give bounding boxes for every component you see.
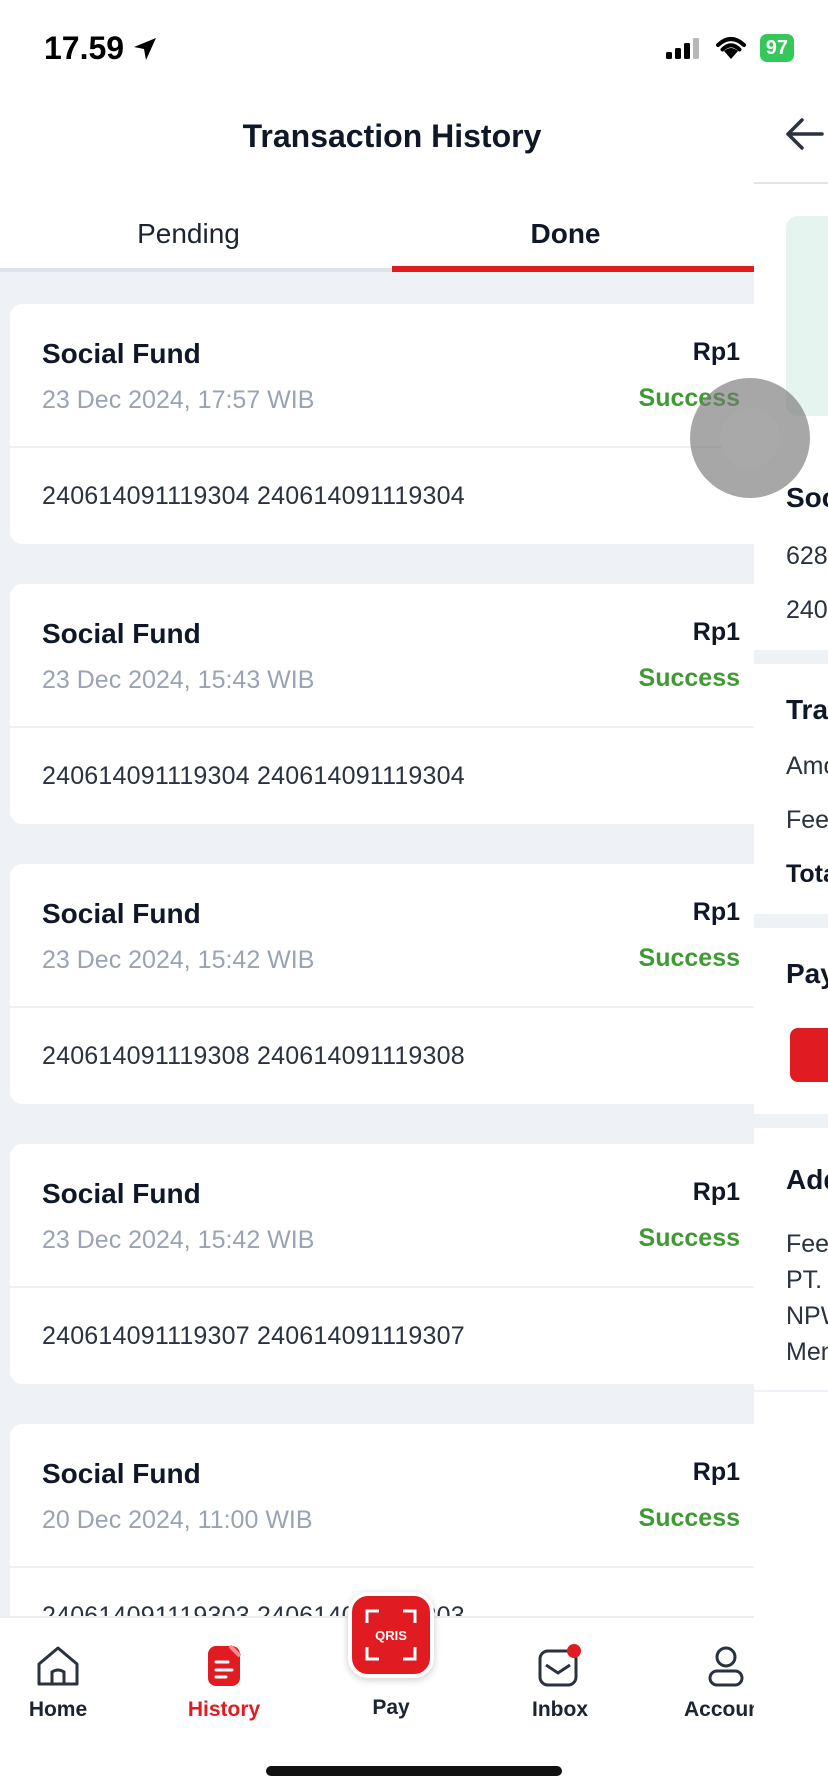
- transaction-amount: Rp1: [692, 898, 740, 926]
- tab-pending[interactable]: Pending: [0, 196, 377, 272]
- touch-indicator: [690, 378, 810, 498]
- detail-note-line: PT.: [786, 1266, 823, 1294]
- qris-icon: QRIS: [365, 1609, 417, 1661]
- transaction-amount: Rp1: [692, 1178, 740, 1206]
- detail-header-divider: [754, 182, 828, 184]
- nav-label: History: [187, 1698, 261, 1721]
- transaction-card[interactable]: Social Fund 23 Dec 2024, 15:42 WIB Rp1 S…: [10, 1144, 754, 1384]
- detail-reference: 240: [786, 596, 828, 624]
- transaction-date: 20 Dec 2024, 11:00 WIB: [42, 1506, 313, 1534]
- transaction-amount: Rp1: [692, 618, 740, 646]
- transaction-detail-panel: Soc 628 240 Tra Amo Fee Tota Pay Add Fee…: [754, 100, 828, 1792]
- transaction-status: Success: [638, 944, 740, 972]
- qris-text: QRIS: [375, 1628, 407, 1643]
- transaction-amount: Rp1: [692, 1458, 740, 1486]
- clock: 17.59: [44, 30, 125, 66]
- transaction-title: Social Fund: [42, 898, 201, 929]
- transaction-card[interactable]: Social Fund 23 Dec 2024, 17:57 WIB Rp1 S…: [10, 304, 754, 544]
- nav-history[interactable]: History: [164, 1642, 284, 1722]
- tab-active-indicator: [392, 266, 754, 272]
- detail-fee-label: Fee: [786, 806, 828, 834]
- location-arrow-icon: [134, 37, 157, 60]
- detail-note-line: Fees: [786, 1230, 828, 1258]
- tab-bar: Pending Done: [0, 196, 754, 272]
- detail-separator: [754, 1114, 828, 1128]
- signal-icon: [665, 38, 699, 59]
- transaction-reference: 240614091119304 240614091119304: [42, 762, 465, 790]
- nav-account[interactable]: Account: [666, 1642, 754, 1722]
- transaction-status: Success: [638, 1504, 740, 1532]
- detail-note-line: Men: [786, 1338, 828, 1366]
- page-title: Transaction History: [242, 118, 542, 154]
- nav-home[interactable]: Home: [0, 1642, 118, 1722]
- detail-amount-label: Amo: [786, 752, 828, 780]
- card-divider: [10, 446, 754, 448]
- transaction-reference: 240614091119304 240614091119304: [42, 482, 465, 510]
- transaction-history-screen: Transaction History Pending Done Social …: [0, 0, 754, 1792]
- status-icons: 97: [665, 34, 794, 62]
- card-divider: [10, 726, 754, 728]
- detail-separator: [754, 914, 828, 928]
- detail-banner-image: [786, 216, 828, 416]
- home-indicator: [266, 1766, 562, 1776]
- tab-underline: [0, 268, 392, 272]
- detail-additional-title: Add: [786, 1164, 828, 1195]
- home-icon: [34, 1642, 82, 1690]
- account-icon: [702, 1642, 750, 1690]
- transaction-list: Social Fund 23 Dec 2024, 17:57 WIB Rp1 S…: [10, 304, 754, 1704]
- detail-separator: [754, 650, 828, 664]
- nav-label: Inbox: [532, 1698, 588, 1721]
- transaction-date: 23 Dec 2024, 17:57 WIB: [42, 386, 315, 414]
- detail-payment-title: Pay: [786, 958, 828, 989]
- transaction-title: Social Fund: [42, 618, 201, 649]
- transaction-reference: 240614091119308 240614091119308: [42, 1042, 465, 1070]
- detail-title: Soc: [786, 482, 828, 513]
- nav-label: Account: [684, 1698, 754, 1721]
- transaction-status: Success: [638, 1224, 740, 1252]
- card-divider: [10, 1566, 754, 1568]
- nav-inbox[interactable]: Inbox: [500, 1642, 620, 1722]
- wifi-icon: [715, 37, 746, 59]
- back-arrow-icon[interactable]: [784, 116, 824, 157]
- transaction-title: Social Fund: [42, 1458, 201, 1489]
- detail-total-label: Tota: [786, 860, 828, 888]
- nav-label: Pay: [372, 1696, 410, 1719]
- card-divider: [10, 1286, 754, 1288]
- transaction-reference: 240614091119307 240614091119307: [42, 1322, 465, 1350]
- status-time: 17.59: [44, 30, 158, 67]
- transaction-date: 23 Dec 2024, 15:42 WIB: [42, 1226, 315, 1254]
- tab-done[interactable]: Done: [377, 196, 754, 272]
- status-bar: 17.59 97: [0, 0, 828, 100]
- card-divider: [10, 1006, 754, 1008]
- pay-button[interactable]: QRIS: [348, 1592, 434, 1678]
- battery-level: 97: [759, 34, 794, 62]
- transaction-title: Social Fund: [42, 338, 201, 369]
- detail-phone: 628: [786, 542, 828, 570]
- detail-section-title: Tra: [786, 694, 828, 725]
- transaction-amount: Rp1: [692, 338, 740, 366]
- detail-separator: [754, 1390, 828, 1392]
- inbox-icon: [536, 1642, 584, 1690]
- transaction-date: 23 Dec 2024, 15:43 WIB: [42, 666, 315, 694]
- detail-note-line: NPW: [786, 1302, 828, 1330]
- nav-label: Home: [28, 1698, 88, 1721]
- history-icon: [200, 1642, 248, 1690]
- transaction-title: Social Fund: [42, 1178, 201, 1209]
- transaction-card[interactable]: Social Fund 23 Dec 2024, 15:43 WIB Rp1 S…: [10, 584, 754, 824]
- transaction-status: Success: [638, 664, 740, 692]
- transaction-card[interactable]: Social Fund 23 Dec 2024, 15:42 WIB Rp1 S…: [10, 864, 754, 1104]
- payment-method-logo: [790, 1028, 828, 1082]
- transaction-date: 23 Dec 2024, 15:42 WIB: [42, 946, 315, 974]
